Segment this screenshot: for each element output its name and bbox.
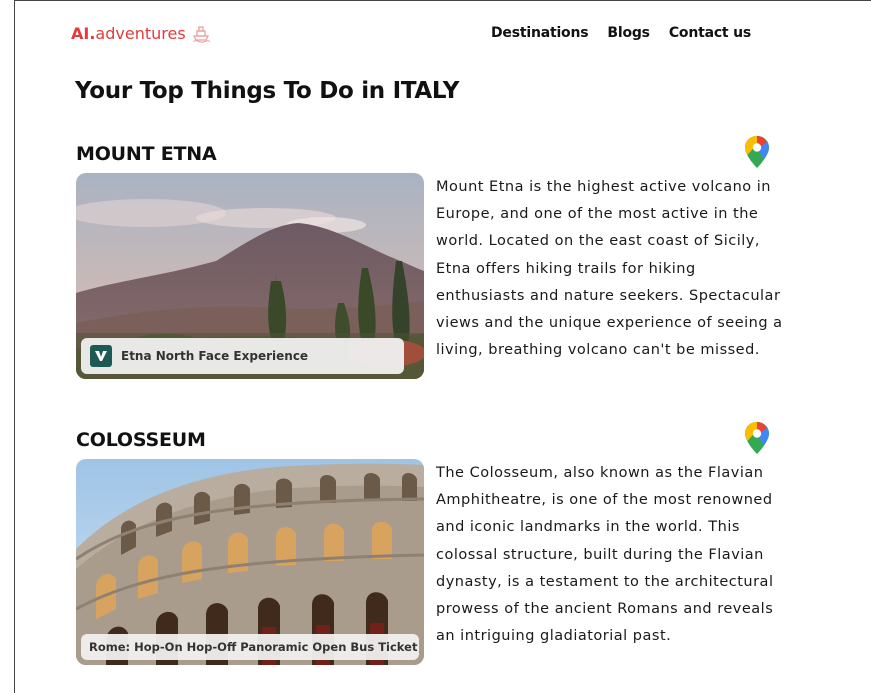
- tour-caption: Rome: Hop-On Hop-Off Panoramic Open Bus …: [89, 640, 418, 654]
- site-logo[interactable]: AI. adventures: [71, 23, 211, 43]
- main-nav: Destinations Blogs Contact us: [491, 25, 751, 41]
- logo-adventures-text: adventures: [95, 23, 186, 43]
- page-title: Your Top Things To Do in ITALY: [75, 78, 460, 104]
- ship-icon: [192, 26, 210, 43]
- google-maps-pin-icon[interactable]: [744, 421, 770, 455]
- attraction-title: COLOSSEUM: [76, 429, 206, 451]
- nav-blogs[interactable]: Blogs: [607, 25, 650, 41]
- caption-bar: Etna North Face Experience: [81, 338, 404, 374]
- nav-destinations[interactable]: Destinations: [491, 25, 589, 41]
- attraction-description: The Colosseum, also known as the Flavian…: [436, 465, 774, 645]
- attraction-photo-etna[interactable]: Etna North Face Experience: [76, 173, 424, 379]
- caption-bar: Rome: Hop-On Hop-Off Panoramic Open Bus …: [81, 634, 419, 660]
- attraction-description: Mount Etna is the highest active volcano…: [436, 179, 783, 359]
- nav-contact-us[interactable]: Contact us: [669, 25, 751, 41]
- attraction-title: MOUNT ETNA: [76, 143, 217, 165]
- tour-caption: Etna North Face Experience: [121, 349, 309, 363]
- google-maps-pin-icon[interactable]: [744, 135, 770, 169]
- navbar: AI. adventures Destinations Blogs Contact…: [15, 1, 871, 67]
- viator-icon: [90, 345, 112, 367]
- logo-ai-text: AI.: [71, 23, 96, 43]
- page-frame: AI. adventures Destinations Blogs Contact…: [14, 0, 871, 693]
- attraction-photo-colosseum[interactable]: Rome: Hop-On Hop-Off Panoramic Open Bus …: [76, 459, 424, 665]
